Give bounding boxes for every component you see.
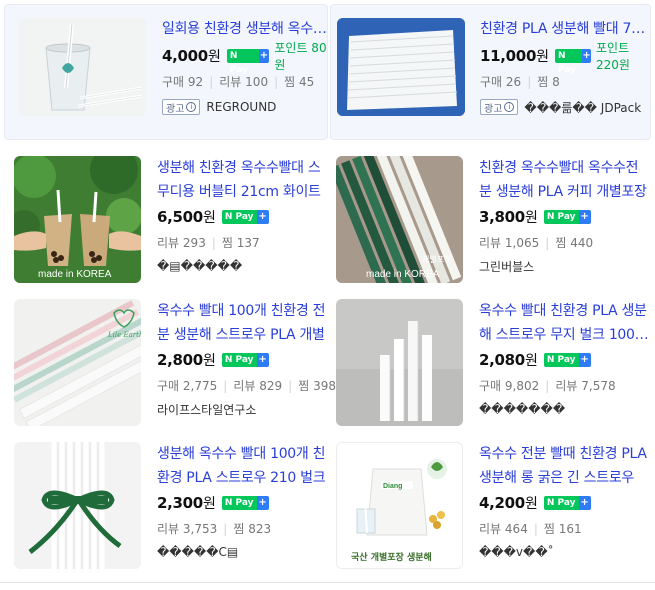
product-card[interactable]: Lile Earth 옥수수 빨대 100개 친환경 전분 생분해 스트로우 P… <box>0 285 336 426</box>
product-image[interactable]: 개별포장 made in KOREA <box>336 156 463 283</box>
product-card[interactable]: 개별포장 made in KOREA 친환경 옥수수빨대 옥수수전분 생분해 P… <box>322 142 647 283</box>
product-title[interactable]: 친환경 PLA 생분해 빨대 7mm <box>480 17 650 41</box>
product-card[interactable]: 생분해 옥수수 빨대 100개 친환경 PLA 스트로우 210 벌크 2,30… <box>0 428 326 569</box>
divider <box>0 582 655 583</box>
price-unit: 원 <box>536 49 549 65</box>
product-title[interactable]: 옥수수 전분 빨때 친환경 PLA 생분해 롱 굵은 긴 스트로우 <box>479 442 649 490</box>
product-price: 4,200 <box>479 494 525 512</box>
product-stats: 리뷰 3,753찜 823 <box>157 520 327 536</box>
seller-name[interactable]: ���륾�� JDPack <box>524 99 641 116</box>
point-reward: 포인트 80원 <box>274 41 327 72</box>
seller-name[interactable]: ���v��˚ <box>479 545 554 559</box>
ad-badge[interactable]: 광고 i <box>162 99 201 115</box>
npay-badge: N Pay + <box>543 210 591 224</box>
info-icon[interactable]: i <box>504 102 515 112</box>
seller-name[interactable]: 라이프스타일연구소 <box>157 401 256 418</box>
product-title[interactable]: 친환경 옥수수빨대 옥수수전분 생분해 PLA 커피 개별포장 <box>479 156 649 204</box>
product-card[interactable]: 일회용 친환경 생분해 옥수수 빨대 4,000원 N Pay+ 포인트 80원… <box>4 4 332 140</box>
npay-badge: N Pay + <box>543 496 591 510</box>
price-unit: 원 <box>202 210 216 226</box>
info-icon[interactable]: i <box>186 102 197 112</box>
product-stats: 리뷰 293찜 137 <box>157 234 327 250</box>
brand-logo: Lile Earth <box>107 331 141 339</box>
price-unit: 원 <box>207 49 221 65</box>
product-image[interactable] <box>18 18 146 116</box>
product-card[interactable]: Diang 국산 개별포장 생분해 옥수수 전분 빨때 친환경 PLA 생분해 … <box>322 428 647 569</box>
product-card[interactable]: 친환경 PLA 생분해 빨대 7mm 11,000 원 N Pay + 포인트 22… <box>330 4 651 140</box>
npay-badge: N Pay + <box>554 49 591 75</box>
image-caption: made in KOREA <box>366 269 440 280</box>
price-unit: 원 <box>202 353 216 369</box>
brand-label: Diang <box>383 483 402 490</box>
product-title[interactable]: 생분해 옥수수 빨대 100개 친환경 PLA 스트로우 210 벌크 <box>157 442 327 490</box>
product-image[interactable]: Lile Earth <box>14 299 141 426</box>
image-banner: 국산 개별포장 생분해 <box>351 551 432 563</box>
npay-badge: N Pay + <box>221 496 269 510</box>
product-title[interactable]: 일회용 친환경 생분해 옥수수 빨대 <box>162 17 332 41</box>
image-caption: made in KOREA <box>38 269 112 280</box>
npay-badge: N Pay + <box>221 210 269 224</box>
product-price: 6,500 <box>157 208 203 226</box>
seller-name[interactable]: ������� <box>479 402 565 416</box>
product-price: 4,000 <box>162 47 208 65</box>
product-card[interactable]: made in KOREA 생분해 친환경 옥수수빨대 스무디용 버블티 21c… <box>0 142 321 283</box>
seller-name[interactable]: 그린버블스 <box>479 258 534 275</box>
product-image[interactable] <box>14 442 141 569</box>
product-image[interactable] <box>337 18 465 116</box>
price-unit: 원 <box>524 496 538 512</box>
ad-badge[interactable]: 광고 i <box>480 99 519 115</box>
product-price: 3,800 <box>479 208 525 226</box>
npay-badge: N Pay + <box>543 353 591 367</box>
product-card[interactable]: 옥수수 빨대 친환경 PLA 생분해 스트로우 무지 벌크 1000개 2,08… <box>322 285 647 426</box>
product-price: 2,800 <box>157 351 203 369</box>
product-stats: 리뷰 464찜 161 <box>479 520 649 536</box>
npay-badge: N Pay + <box>226 49 270 75</box>
product-price: 2,080 <box>479 351 525 369</box>
seller-name[interactable]: �▤����� <box>157 259 242 273</box>
product-image[interactable]: made in KOREA <box>14 156 141 283</box>
product-price: 11,000 <box>480 47 537 65</box>
seller-name[interactable]: REGROUND <box>206 100 276 114</box>
product-stats: 구매 92리뷰 100찜 45 <box>162 73 332 89</box>
point-reward: 포인트 220원 <box>596 41 630 72</box>
price-unit: 원 <box>524 210 538 226</box>
product-title[interactable]: 옥수수 빨대 친환경 PLA 생분해 스트로우 무지 벌크 1000개 <box>479 299 649 347</box>
seller-name[interactable]: �����C▤ <box>157 545 238 559</box>
product-image[interactable] <box>336 299 463 426</box>
product-price: 2,300 <box>157 494 203 512</box>
npay-badge: N Pay + <box>221 353 269 367</box>
product-title[interactable]: 옥수수 빨대 100개 친환경 전분 생분해 스트로우 PLA 개별 <box>157 299 327 347</box>
product-stats: 구매 2,775리뷰 829찜 398 <box>157 377 336 393</box>
price-unit: 원 <box>202 496 216 512</box>
image-tag: 개별포장 <box>422 254 452 264</box>
product-image[interactable]: Diang 국산 개별포장 생분해 <box>336 442 463 569</box>
product-title[interactable]: 생분해 친환경 옥수수빨대 스무디용 버블티 21cm 화이트 <box>157 156 327 204</box>
product-stats: 구매 9,802리뷰 7,578 <box>479 377 649 393</box>
product-stats: 리뷰 1,065찜 440 <box>479 234 649 250</box>
price-unit: 원 <box>524 353 538 369</box>
